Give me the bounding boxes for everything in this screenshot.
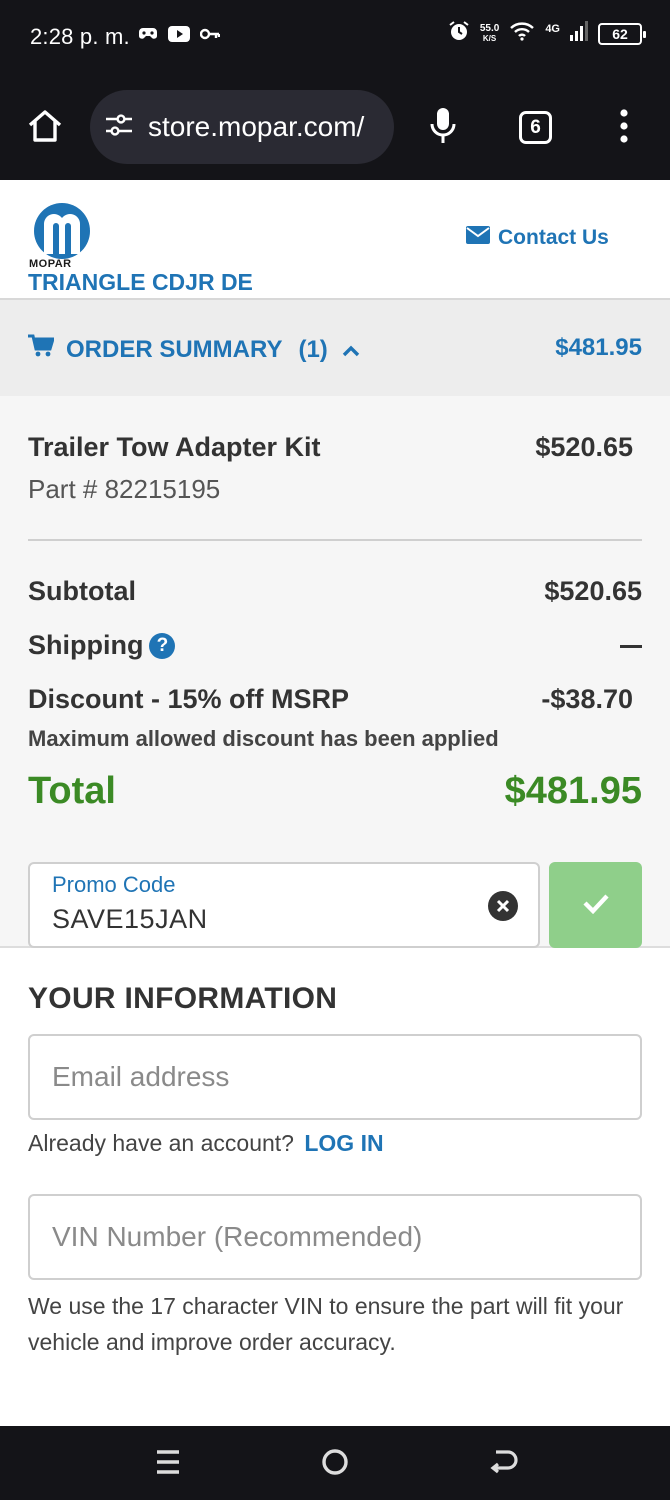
contact-us-link[interactable]: Contact Us — [466, 226, 609, 250]
order-summary-total: $481.95 — [555, 334, 642, 361]
microphone-icon[interactable] — [428, 106, 458, 151]
account-prompt: Already have an account? — [28, 1130, 294, 1156]
site-header: MOPAR TRIANGLE CDJR DE RONCE Contact Us — [0, 180, 670, 300]
home-icon[interactable] — [26, 108, 64, 149]
overflow-menu-icon[interactable] — [618, 108, 630, 149]
mopar-logo-icon[interactable] — [28, 202, 96, 265]
status-system-icons: 55.0 K/S 4G 62 — [448, 20, 646, 47]
battery-level: 62 — [612, 25, 628, 42]
help-icon[interactable]: ? — [149, 633, 176, 659]
discount-label: Discount - 15% off MSRP — [28, 684, 350, 714]
home-nav-icon[interactable] — [321, 1448, 349, 1481]
discount-value: -$38.70 — [541, 684, 633, 714]
vin-note: We use the 17 character VIN to ensure th… — [28, 1293, 624, 1355]
order-summary-count: (1) — [298, 335, 328, 363]
status-time: 2:28 p. m. — [30, 24, 130, 49]
wifi-icon — [509, 21, 535, 46]
promo-code-label: Promo Code — [52, 872, 176, 897]
signal-icon — [570, 21, 588, 46]
order-summary-panel: Trailer Tow Adapter Kit $520.65 Part # 8… — [0, 396, 670, 948]
shipping-row: Shipping? — [28, 630, 176, 661]
dealer-name: TRIANGLE CDJR DE RONCE — [28, 269, 253, 298]
discount-note: Maximum allowed discount has been applie… — [28, 726, 499, 751]
back-icon[interactable] — [488, 1448, 518, 1481]
promo-code-input[interactable] — [52, 904, 472, 935]
checkmark-icon — [582, 892, 610, 919]
clear-icon[interactable] — [488, 891, 518, 921]
status-bar: 2:28 p. m. 55.0 K/S 4G 62 — [0, 0, 670, 76]
account-prompt-line: Already have an account? LOG IN — [28, 1130, 384, 1157]
divider — [28, 539, 642, 541]
chevron-up-icon[interactable] — [342, 336, 360, 364]
order-summary-toggle[interactable]: ORDER SUMMARY (1) $481.95 — [0, 300, 670, 396]
promo-code-field[interactable]: Promo Code — [28, 862, 540, 948]
shipping-label: Shipping — [28, 630, 144, 660]
email-input[interactable] — [52, 1036, 612, 1118]
status-notification-icons — [138, 26, 221, 47]
network-speed-value: 55.0 — [479, 22, 500, 34]
subtotal-value: $520.65 — [544, 576, 642, 606]
key-icon — [199, 27, 221, 46]
tab-switcher-button[interactable]: 6 — [519, 111, 552, 144]
tab-count: 6 — [530, 116, 541, 138]
battery-icon: 62 — [598, 22, 646, 45]
vin-field[interactable] — [28, 1194, 642, 1280]
item-part-number: Part # 82215195 — [28, 474, 221, 504]
alarm-icon — [448, 20, 470, 47]
subtotal-label: Subtotal — [28, 576, 136, 606]
network-speed-unit: K/S — [482, 33, 497, 43]
order-summary-header[interactable]: ORDER SUMMARY (1) — [28, 334, 360, 365]
order-summary-label: ORDER SUMMARY — [66, 335, 283, 363]
contact-us-label: Contact Us — [498, 226, 609, 249]
item-name: Trailer Tow Adapter Kit — [28, 432, 321, 462]
url-text[interactable]: store.mopar.com/ — [148, 111, 364, 143]
vin-input[interactable] — [52, 1196, 612, 1278]
recent-apps-icon[interactable] — [155, 1448, 181, 1481]
network-speed: 55.0 K/S — [479, 22, 500, 44]
total-value: $481.95 — [504, 770, 642, 812]
address-bar[interactable]: store.mopar.com/ — [90, 90, 394, 164]
shipping-value-dash — [620, 645, 642, 648]
browser-toolbar: store.mopar.com/ 6 — [0, 76, 670, 180]
network-type: 4G — [545, 22, 560, 35]
site-settings-icon[interactable] — [104, 112, 134, 143]
cart-icon — [28, 334, 56, 365]
game-controller-icon — [138, 26, 158, 47]
youtube-icon — [168, 26, 190, 47]
item-price: $520.65 — [535, 432, 633, 462]
login-link[interactable]: LOG IN — [304, 1130, 383, 1156]
apply-promo-button[interactable] — [549, 862, 642, 948]
system-nav-bar — [0, 1426, 670, 1500]
your-information-heading: YOUR INFORMATION — [28, 982, 338, 1015]
total-label: Total — [28, 770, 116, 812]
envelope-icon — [466, 226, 490, 250]
email-field[interactable] — [28, 1034, 642, 1120]
